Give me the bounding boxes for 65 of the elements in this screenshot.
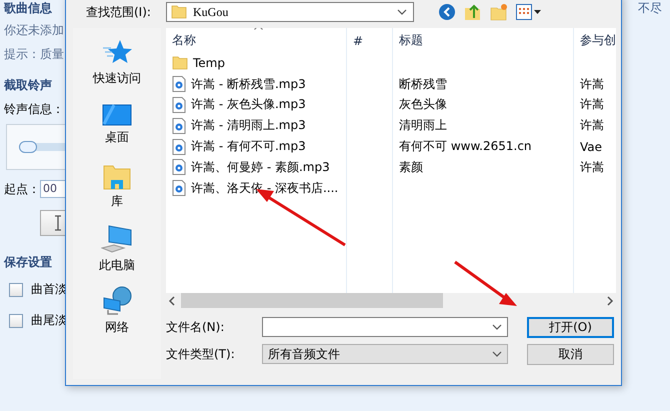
audio-file-icon xyxy=(172,96,186,113)
table-cell: 有何不可 www.2651.cn xyxy=(399,138,532,156)
view-menu-icon[interactable] xyxy=(516,4,542,20)
file-item[interactable]: 许嵩、何曼婷 - 素颜.mp3 xyxy=(166,156,346,178)
file-name-label: 文件名(N): xyxy=(166,318,226,336)
cancel-button[interactable]: 取消 xyxy=(527,344,614,364)
file-item[interactable]: 许嵩 - 清明雨上.mp3 xyxy=(166,115,346,136)
hint-text: 提示：质量 xyxy=(4,46,65,63)
open-button[interactable]: 打开(O) xyxy=(527,316,614,338)
file-type-dropdown[interactable]: 所有音频文件 xyxy=(262,344,508,364)
place-item[interactable]: 库 xyxy=(103,156,131,218)
computer-icon xyxy=(101,224,133,254)
audio-file-icon xyxy=(172,118,186,134)
text-cursor-icon xyxy=(55,215,61,231)
table-cell: Vae xyxy=(580,140,602,154)
desktop-icon xyxy=(102,104,132,126)
checkbox[interactable] xyxy=(9,314,23,328)
place-item[interactable]: 网络 xyxy=(102,280,132,342)
checkbox[interactable] xyxy=(9,282,23,296)
folder-icon xyxy=(172,55,188,72)
audio-file-icon xyxy=(172,180,186,196)
audio-file-icon xyxy=(172,159,186,176)
section-title: 保存设置 xyxy=(4,254,53,271)
lyric-text: 不尽 xyxy=(638,0,662,17)
chevron-icon xyxy=(492,324,502,330)
chevron-icon xyxy=(397,9,407,15)
table-cell: 断桥残雪 xyxy=(399,76,447,93)
chevron-icon xyxy=(492,351,502,357)
file-item[interactable]: 许嵩 - 有何不可.mp3 xyxy=(166,136,346,157)
back-icon[interactable] xyxy=(438,3,456,21)
file-item[interactable]: 许嵩 - 灰色头像.mp3 xyxy=(166,94,346,116)
start-label: 起点： xyxy=(4,180,40,198)
look-in-label: 查找范围(I): xyxy=(86,4,152,20)
column-header[interactable]: 参与创 xyxy=(574,28,616,53)
section-title: 歌曲信息 xyxy=(4,0,53,17)
table-cell: 许嵩 xyxy=(580,76,604,93)
table-cell: 素颜 xyxy=(399,158,423,176)
place-item[interactable]: 此电脑 xyxy=(99,218,135,280)
column-header[interactable]: # xyxy=(347,28,392,53)
table-cell: 许嵩 xyxy=(580,158,604,176)
table-cell: 灰色头像 xyxy=(399,96,447,114)
new-folder-icon[interactable] xyxy=(490,3,508,21)
table-cell: 许嵩 xyxy=(580,117,604,134)
file-type-label: 文件类型(T): xyxy=(166,346,236,362)
table-cell: 许嵩 xyxy=(580,96,604,114)
audio-file-icon xyxy=(172,76,186,92)
section-title: 截取铃声 xyxy=(4,77,53,94)
file-name-field[interactable] xyxy=(262,317,508,337)
status-message: 你还未添加 xyxy=(4,22,65,39)
file-item[interactable]: 许嵩 - 断桥残雪.mp3 xyxy=(166,74,346,95)
up-folder-icon[interactable] xyxy=(464,3,482,21)
table-cell: 清明雨上 xyxy=(399,117,447,134)
column-header[interactable]: 名称 xyxy=(166,28,346,53)
slider-thumb[interactable] xyxy=(19,141,37,153)
annotation-arrow xyxy=(454,260,517,306)
library-icon xyxy=(103,164,131,190)
info-label: 铃声信息： xyxy=(4,101,65,118)
place-item[interactable]: 桌面 xyxy=(102,94,132,156)
file-item[interactable]: Temp xyxy=(166,53,346,74)
look-in-dropdown[interactable]: KuGou xyxy=(166,2,414,22)
place-item[interactable]: 快速访问 xyxy=(93,32,141,94)
folder-icon xyxy=(171,4,187,20)
column-header[interactable]: 标题 xyxy=(393,28,573,53)
audio-file-icon xyxy=(172,138,186,155)
network-icon xyxy=(102,286,132,316)
